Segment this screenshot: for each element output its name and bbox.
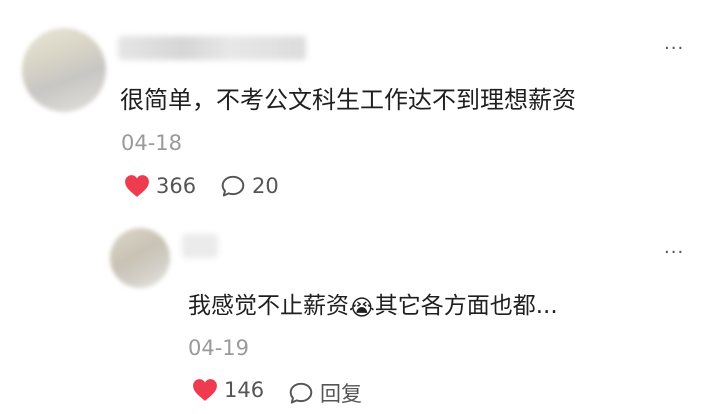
- username-blurred[interactable]: [118, 36, 306, 60]
- reply-button[interactable]: 20: [220, 174, 279, 198]
- reply-button[interactable]: 回复: [288, 378, 362, 408]
- avatar[interactable]: [22, 28, 106, 112]
- comment-date: 04-19: [188, 336, 250, 360]
- speech-bubble-icon: [288, 381, 314, 405]
- heart-icon: [192, 378, 218, 402]
- like-button[interactable]: 146: [192, 378, 264, 402]
- like-count: 366: [156, 174, 197, 198]
- comment-date: 04-18: [121, 131, 183, 155]
- username-blurred[interactable]: [182, 234, 218, 258]
- comment-text-start: 我感觉不止薪资: [188, 293, 349, 319]
- reply-label: 回复: [320, 382, 362, 406]
- comment-text-end: 其它各方面也都...: [374, 293, 558, 319]
- more-dots-icon[interactable]: ···: [664, 244, 684, 262]
- crying-face-emoji: 😭: [349, 296, 375, 321]
- more-dots-icon[interactable]: ···: [664, 40, 684, 58]
- like-button[interactable]: 366: [124, 174, 196, 198]
- comment-text: 我感觉不止薪资😭其它各方面也都...: [188, 286, 558, 320]
- reply-count: 20: [252, 174, 279, 198]
- comment-text: 很简单，不考公文科生工作达不到理想薪资: [120, 86, 576, 114]
- heart-icon: [124, 174, 150, 198]
- like-count: 146: [224, 378, 265, 402]
- speech-bubble-icon: [220, 174, 246, 198]
- avatar[interactable]: [110, 228, 170, 288]
